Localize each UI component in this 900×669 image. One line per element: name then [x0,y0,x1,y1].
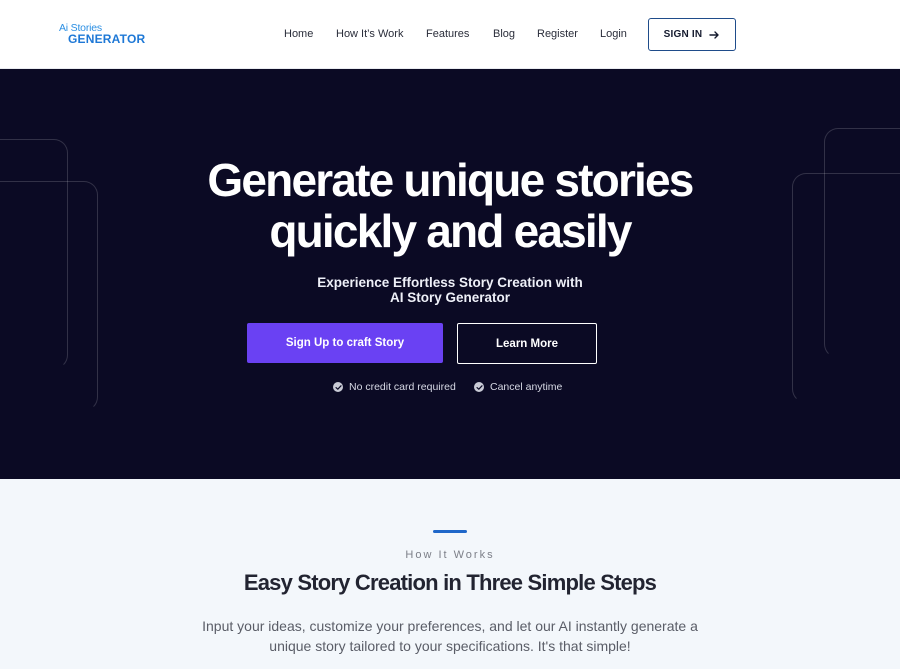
cancel-anytime-note: Cancel anytime [474,379,562,395]
cancel-anytime-text: Cancel anytime [490,381,563,393]
nav-link-features[interactable]: Features [426,26,469,42]
section-description-line-2: unique story tailored to your specificat… [269,638,631,654]
check-circle-icon [333,382,343,392]
hero-subtitle-line-1: Experience Effortless Story Creation wit… [317,275,583,290]
sign-in-button[interactable]: SIGN IN [648,18,736,51]
hero-title: Generate unique stories quickly and easi… [0,155,900,257]
section-eyebrow: How It Works [405,549,495,561]
arrow-right-icon [709,30,720,39]
section-accent-bar [433,530,467,533]
no-credit-card-note: No credit card required [333,379,456,395]
nav-link-login[interactable]: Login [600,26,627,42]
section-description-line-1: Input your ideas, customize your prefere… [202,618,698,634]
section-description: Input your ideas, customize your prefere… [0,616,900,656]
section-title: Easy Story Creation in Three Simple Step… [243,570,657,595]
nav-link-home[interactable]: Home [284,26,313,42]
nav-link-register[interactable]: Register [537,26,578,42]
site-logo[interactable]: Ai Stories GENERATOR [59,23,169,47]
how-it-works-section: How It Works Easy Story Creation in Thre… [0,479,900,669]
hero-subtitle-line-2: AI Story Generator [389,289,511,305]
nav-link-how-it-works[interactable]: How It’s Work [336,26,403,42]
hero-section: Generate unique stories quickly and easi… [0,69,900,479]
sign-up-button[interactable]: Sign Up to craft Story [247,323,443,363]
logo-bottom-text: GENERATOR [68,32,146,46]
learn-more-button[interactable]: Learn More [457,323,597,364]
site-header: Ai Stories GENERATOR Home How It’s Work … [0,0,900,69]
check-circle-icon [474,382,484,392]
hero-subtitle: Experience Effortless Story Creation wit… [0,275,900,305]
sign-in-label: SIGN IN [663,29,703,40]
hero-title-line-2: quickly and easily [269,205,632,257]
nav-link-blog[interactable]: Blog [493,26,515,42]
no-credit-card-text: No credit card required [349,381,456,393]
hero-title-line-1: Generate unique stories [207,154,694,206]
